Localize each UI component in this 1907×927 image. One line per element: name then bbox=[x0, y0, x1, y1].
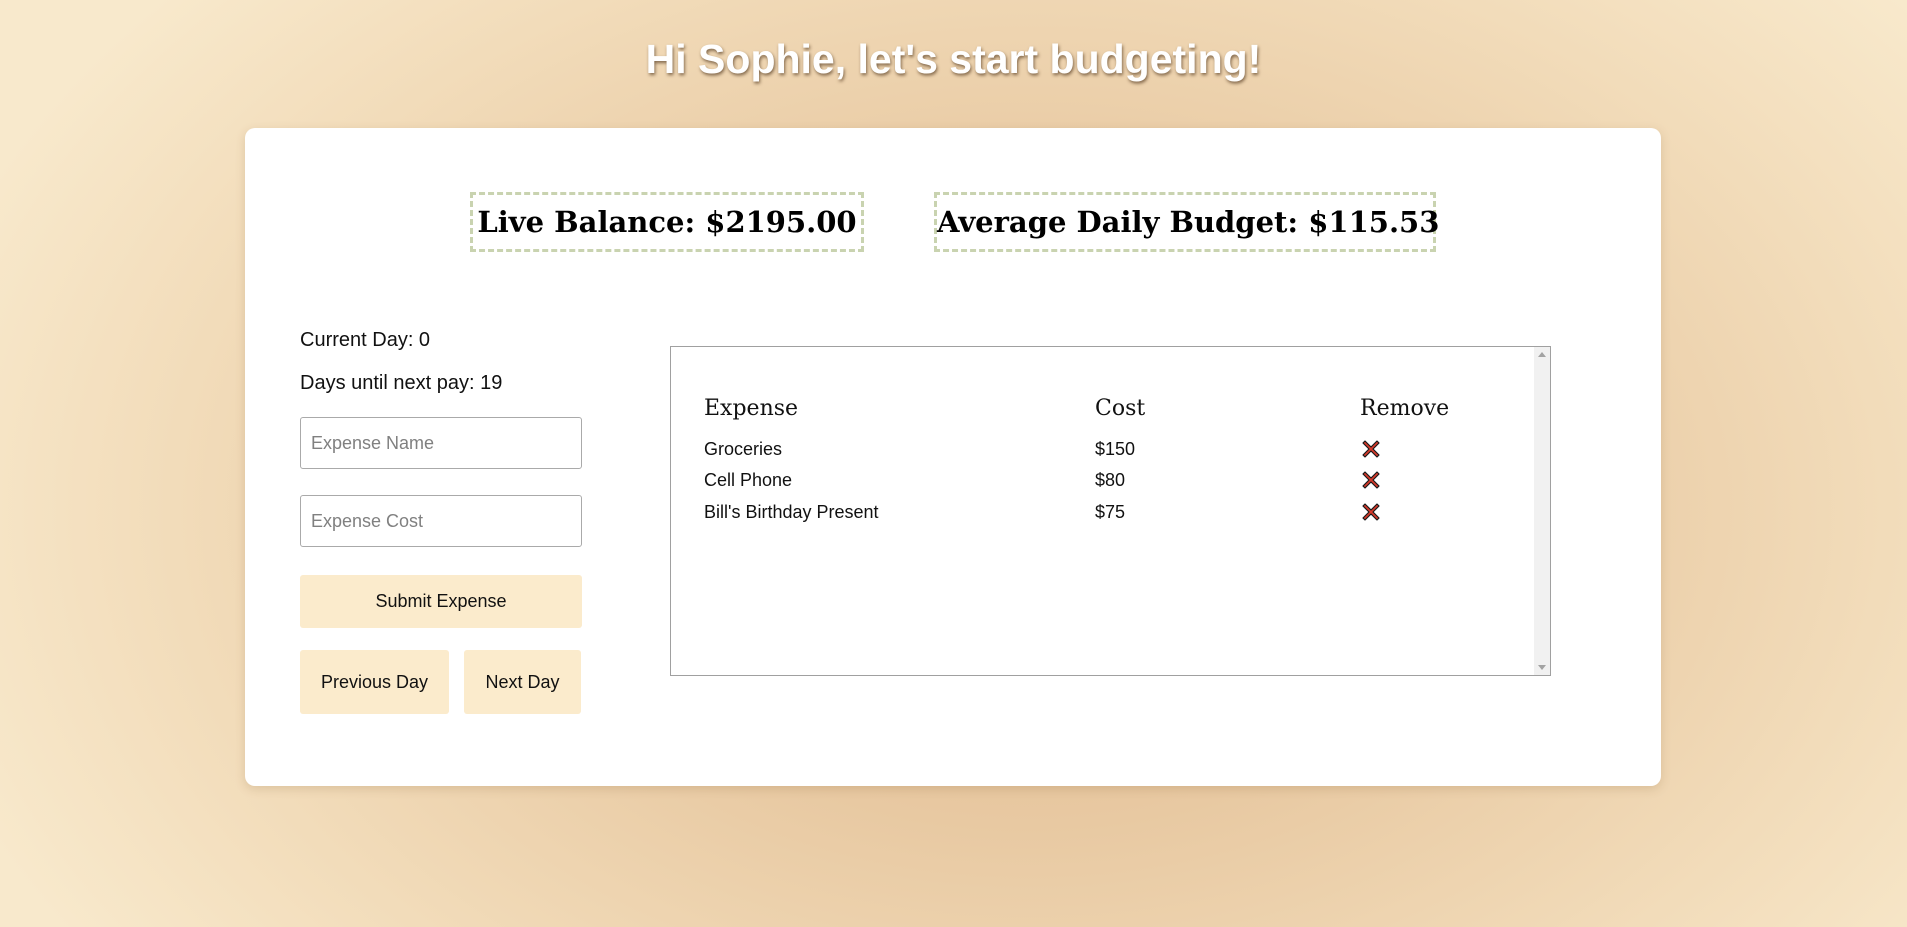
expense-cost-input[interactable] bbox=[300, 495, 582, 547]
live-balance: Live Balance: $2195.00 bbox=[470, 192, 864, 252]
expense-name-cell: Cell Phone bbox=[704, 470, 793, 490]
budget-card: Live Balance: $2195.00 Average Daily Bud… bbox=[245, 128, 1661, 786]
expense-name-cell: Groceries bbox=[704, 439, 783, 459]
column-header-expense: Expense bbox=[704, 396, 799, 421]
expense-name-input[interactable] bbox=[300, 417, 582, 469]
current-day: Current Day: 0 bbox=[300, 329, 431, 351]
remove-expense-button[interactable] bbox=[1361, 439, 1381, 459]
expense-cost-cell: $75 bbox=[1095, 502, 1126, 522]
remove-expense-button[interactable] bbox=[1361, 470, 1381, 490]
submit-expense-button[interactable]: Submit Expense bbox=[300, 575, 582, 628]
table-row: Bill's Birthday Present $75 bbox=[671, 499, 1531, 525]
expense-table-panel: Expense Cost Remove Groceries $150 Cell … bbox=[670, 346, 1551, 676]
next-day-button[interactable]: Next Day bbox=[464, 650, 581, 714]
expense-name-cell: Bill's Birthday Present bbox=[704, 502, 879, 522]
scroll-up-arrow-icon[interactable] bbox=[1538, 352, 1546, 357]
days-until-next-pay: Days until next pay: 19 bbox=[300, 372, 503, 394]
red-x-icon bbox=[1362, 503, 1380, 521]
table-scrollbar[interactable] bbox=[1534, 347, 1550, 675]
scroll-down-arrow-icon[interactable] bbox=[1538, 665, 1546, 670]
expense-cost-cell: $150 bbox=[1095, 439, 1136, 459]
red-x-icon bbox=[1362, 471, 1380, 489]
previous-day-button[interactable]: Previous Day bbox=[300, 650, 449, 714]
expense-cost-cell: $80 bbox=[1095, 470, 1126, 490]
table-row: Groceries $150 bbox=[671, 436, 1531, 462]
column-header-cost: Cost bbox=[1095, 396, 1146, 421]
average-daily-budget: Average Daily Budget: $115.53 bbox=[934, 192, 1439, 252]
table-row: Cell Phone $80 bbox=[671, 467, 1531, 493]
page-title: Hi Sophie, let's start budgeting! bbox=[645, 36, 1262, 82]
red-x-icon bbox=[1362, 440, 1380, 458]
remove-expense-button[interactable] bbox=[1361, 502, 1381, 522]
column-header-remove: Remove bbox=[1360, 396, 1450, 421]
